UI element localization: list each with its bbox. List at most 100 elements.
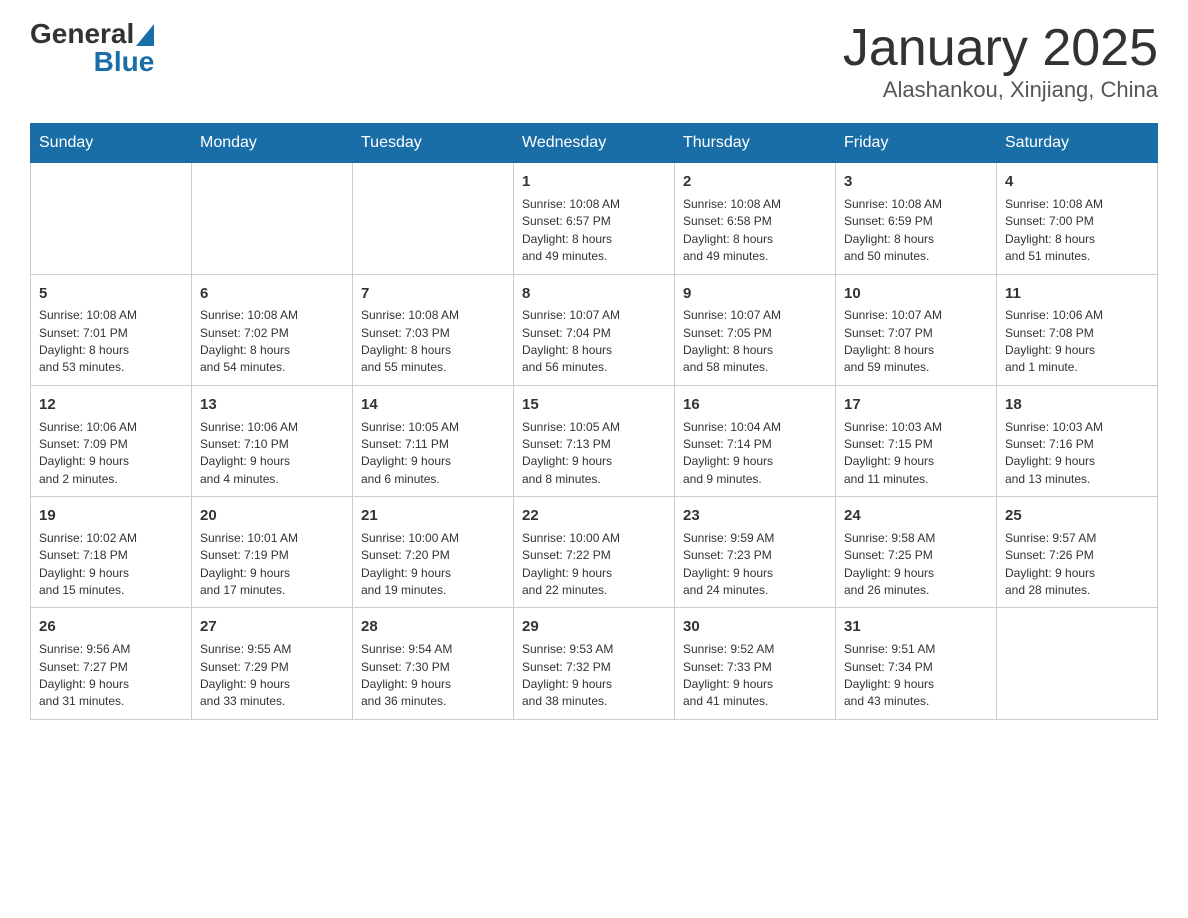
calendar-day-cell: 26 Sunrise: 9:56 AM Sunset: 7:27 PM Dayli…	[31, 608, 192, 719]
calendar-day-cell	[997, 608, 1158, 719]
calendar-week-row: 19Sunrise: 10:02 AM Sunset: 7:18 PM Dayl…	[31, 497, 1158, 608]
calendar-day-cell: 27 Sunrise: 9:55 AM Sunset: 7:29 PM Dayli…	[192, 608, 353, 719]
day-number: 8	[522, 283, 666, 305]
calendar-day-cell: 18 Sunrise: 10:03 AM Sunset: 7:16 PM Dayl…	[997, 385, 1158, 496]
day-number: 1	[522, 171, 666, 193]
day-info: Sunrise: 10:00 AM Sunset: 7:22 PM Daylig…	[522, 530, 666, 600]
page-header: General Blue January 2025 Alashankou, Xi…	[30, 20, 1158, 103]
calendar-day-cell: 10Sunrise: 10:07 AM Sunset: 7:07 PM Dayl…	[836, 274, 997, 385]
day-info: Sunrise: 10:06 AM Sunset: 7:10 PM Daylig…	[200, 419, 344, 489]
day-info: Sunrise: 10:08 AM Sunset: 7:00 PM Daylig…	[1005, 196, 1149, 266]
calendar-day-cell: 12 Sunrise: 10:06 AM Sunset: 7:09 PM Dayl…	[31, 385, 192, 496]
calendar-day-header: Thursday	[675, 124, 836, 163]
day-info: Sunrise: 9:51 AM Sunset: 7:34 PM Dayligh…	[844, 641, 988, 711]
calendar-day-cell: 8Sunrise: 10:07 AM Sunset: 7:04 PM Dayli…	[514, 274, 675, 385]
day-info: Sunrise: 10:03 AM Sunset: 7:16 PM Daylig…	[1005, 419, 1149, 489]
day-number: 24	[844, 505, 988, 527]
logo-triangle-icon	[136, 24, 154, 46]
day-info: Sunrise: 10:08 AM Sunset: 6:57 PM Daylig…	[522, 196, 666, 266]
day-number: 12	[39, 394, 183, 416]
calendar-week-row: 12 Sunrise: 10:06 AM Sunset: 7:09 PM Dayl…	[31, 385, 1158, 496]
day-info: Sunrise: 9:54 AM Sunset: 7:30 PM Dayligh…	[361, 641, 505, 711]
day-info: Sunrise: 9:56 AM Sunset: 7:27 PM Dayligh…	[39, 641, 183, 711]
day-number: 16	[683, 394, 827, 416]
calendar-day-cell: 6Sunrise: 10:08 AM Sunset: 7:02 PM Dayli…	[192, 274, 353, 385]
logo-general-text: General	[30, 20, 134, 48]
calendar-day-cell: 14Sunrise: 10:05 AM Sunset: 7:11 PM Dayl…	[353, 385, 514, 496]
calendar-day-cell: 29Sunrise: 9:53 AM Sunset: 7:32 PM Dayli…	[514, 608, 675, 719]
day-number: 27	[200, 616, 344, 638]
day-number: 19	[39, 505, 183, 527]
day-number: 18	[1005, 394, 1149, 416]
day-number: 29	[522, 616, 666, 638]
day-info: Sunrise: 10:08 AM Sunset: 7:02 PM Daylig…	[200, 307, 344, 377]
calendar-day-cell: 28Sunrise: 9:54 AM Sunset: 7:30 PM Dayli…	[353, 608, 514, 719]
day-number: 22	[522, 505, 666, 527]
calendar-day-header: Monday	[192, 124, 353, 163]
day-info: Sunrise: 10:08 AM Sunset: 7:03 PM Daylig…	[361, 307, 505, 377]
day-info: Sunrise: 9:55 AM Sunset: 7:29 PM Dayligh…	[200, 641, 344, 711]
calendar-header-row: SundayMondayTuesdayWednesdayThursdayFrid…	[31, 124, 1158, 163]
day-info: Sunrise: 9:59 AM Sunset: 7:23 PM Dayligh…	[683, 530, 827, 600]
day-info: Sunrise: 9:52 AM Sunset: 7:33 PM Dayligh…	[683, 641, 827, 711]
calendar-day-cell: 13Sunrise: 10:06 AM Sunset: 7:10 PM Dayl…	[192, 385, 353, 496]
calendar-day-cell	[192, 163, 353, 274]
day-info: Sunrise: 10:07 AM Sunset: 7:07 PM Daylig…	[844, 307, 988, 377]
calendar-day-cell	[31, 163, 192, 274]
calendar-day-cell: 22 Sunrise: 10:00 AM Sunset: 7:22 PM Dayl…	[514, 497, 675, 608]
day-info: Sunrise: 9:58 AM Sunset: 7:25 PM Dayligh…	[844, 530, 988, 600]
calendar-day-cell: 23 Sunrise: 9:59 AM Sunset: 7:23 PM Dayli…	[675, 497, 836, 608]
day-number: 30	[683, 616, 827, 638]
calendar-day-header: Friday	[836, 124, 997, 163]
day-info: Sunrise: 9:57 AM Sunset: 7:26 PM Dayligh…	[1005, 530, 1149, 600]
day-info: Sunrise: 10:03 AM Sunset: 7:15 PM Daylig…	[844, 419, 988, 489]
day-number: 26	[39, 616, 183, 638]
day-number: 3	[844, 171, 988, 193]
day-number: 2	[683, 171, 827, 193]
day-info: Sunrise: 10:06 AM Sunset: 7:09 PM Daylig…	[39, 419, 183, 489]
calendar-day-cell: 24 Sunrise: 9:58 AM Sunset: 7:25 PM Dayli…	[836, 497, 997, 608]
day-number: 20	[200, 505, 344, 527]
day-info: Sunrise: 10:08 AM Sunset: 6:59 PM Daylig…	[844, 196, 988, 266]
page-title: January 2025	[843, 20, 1158, 77]
calendar-week-row: 26 Sunrise: 9:56 AM Sunset: 7:27 PM Dayli…	[31, 608, 1158, 719]
day-number: 4	[1005, 171, 1149, 193]
day-info: Sunrise: 10:05 AM Sunset: 7:13 PM Daylig…	[522, 419, 666, 489]
calendar-week-row: 5Sunrise: 10:08 AM Sunset: 7:01 PM Dayli…	[31, 274, 1158, 385]
calendar-day-cell: 19Sunrise: 10:02 AM Sunset: 7:18 PM Dayl…	[31, 497, 192, 608]
calendar-day-cell: 21Sunrise: 10:00 AM Sunset: 7:20 PM Dayl…	[353, 497, 514, 608]
calendar-day-cell: 31 Sunrise: 9:51 AM Sunset: 7:34 PM Dayli…	[836, 608, 997, 719]
calendar-day-cell: 15 Sunrise: 10:05 AM Sunset: 7:13 PM Dayl…	[514, 385, 675, 496]
day-number: 6	[200, 283, 344, 305]
calendar-day-cell: 2Sunrise: 10:08 AM Sunset: 6:58 PM Dayli…	[675, 163, 836, 274]
calendar-week-row: 1 Sunrise: 10:08 AM Sunset: 6:57 PM Dayli…	[31, 163, 1158, 274]
title-block: January 2025 Alashankou, Xinjiang, China	[843, 20, 1158, 103]
day-info: Sunrise: 10:07 AM Sunset: 7:04 PM Daylig…	[522, 307, 666, 377]
day-info: Sunrise: 10:06 AM Sunset: 7:08 PM Daylig…	[1005, 307, 1149, 377]
calendar-day-cell: 5Sunrise: 10:08 AM Sunset: 7:01 PM Dayli…	[31, 274, 192, 385]
day-info: Sunrise: 10:01 AM Sunset: 7:19 PM Daylig…	[200, 530, 344, 600]
logo-blue-text: Blue	[94, 48, 155, 76]
day-info: Sunrise: 10:07 AM Sunset: 7:05 PM Daylig…	[683, 307, 827, 377]
day-number: 31	[844, 616, 988, 638]
day-number: 11	[1005, 283, 1149, 305]
calendar-day-cell: 17Sunrise: 10:03 AM Sunset: 7:15 PM Dayl…	[836, 385, 997, 496]
day-info: Sunrise: 10:08 AM Sunset: 7:01 PM Daylig…	[39, 307, 183, 377]
calendar-day-cell: 9Sunrise: 10:07 AM Sunset: 7:05 PM Dayli…	[675, 274, 836, 385]
calendar-day-header: Saturday	[997, 124, 1158, 163]
day-number: 9	[683, 283, 827, 305]
calendar-day-cell: 30 Sunrise: 9:52 AM Sunset: 7:33 PM Dayli…	[675, 608, 836, 719]
calendar-day-header: Sunday	[31, 124, 192, 163]
calendar-table: SundayMondayTuesdayWednesdayThursdayFrid…	[30, 123, 1158, 720]
page-subtitle: Alashankou, Xinjiang, China	[843, 77, 1158, 103]
calendar-day-cell: 7Sunrise: 10:08 AM Sunset: 7:03 PM Dayli…	[353, 274, 514, 385]
day-number: 15	[522, 394, 666, 416]
calendar-day-cell: 11Sunrise: 10:06 AM Sunset: 7:08 PM Dayl…	[997, 274, 1158, 385]
day-number: 23	[683, 505, 827, 527]
calendar-day-cell: 1 Sunrise: 10:08 AM Sunset: 6:57 PM Dayli…	[514, 163, 675, 274]
calendar-day-header: Wednesday	[514, 124, 675, 163]
calendar-day-cell	[353, 163, 514, 274]
calendar-day-cell: 25Sunrise: 9:57 AM Sunset: 7:26 PM Dayli…	[997, 497, 1158, 608]
day-info: Sunrise: 10:05 AM Sunset: 7:11 PM Daylig…	[361, 419, 505, 489]
day-info: Sunrise: 10:04 AM Sunset: 7:14 PM Daylig…	[683, 419, 827, 489]
